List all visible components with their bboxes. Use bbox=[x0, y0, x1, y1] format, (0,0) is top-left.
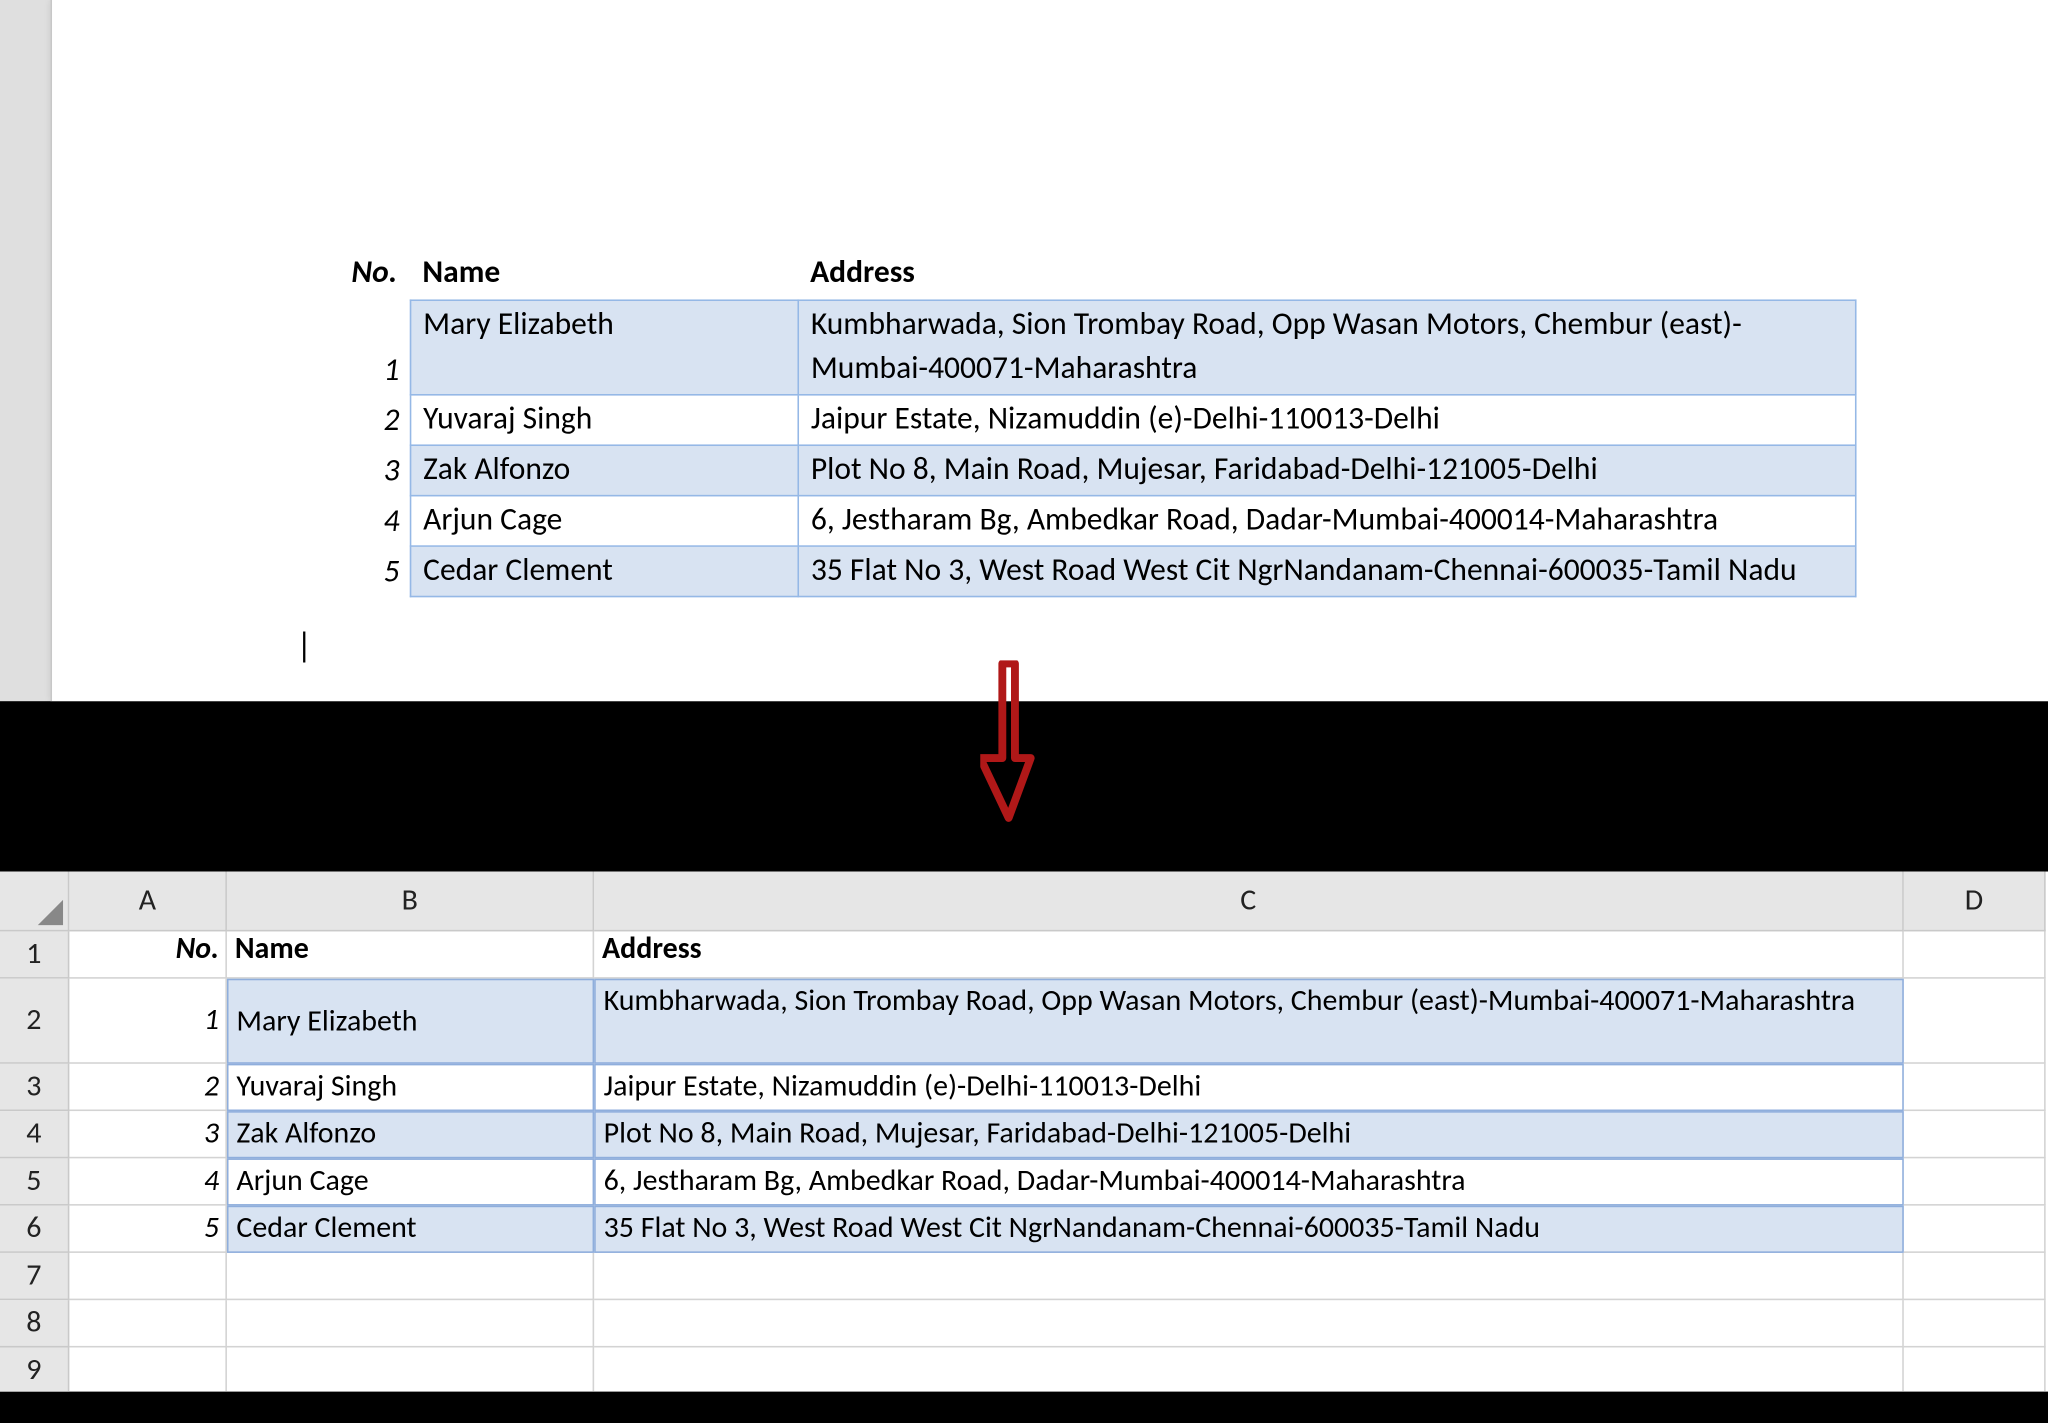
cell-C9[interactable] bbox=[594, 1347, 1904, 1391]
cell-name: Cedar Clement bbox=[410, 546, 798, 596]
cell-B3[interactable]: Yuvaraj Singh bbox=[227, 1064, 594, 1111]
cell-no: 4 bbox=[296, 496, 409, 546]
cell-C2[interactable]: Kumbharwada, Sion Trombay Road, Opp Wasa… bbox=[594, 979, 1904, 1064]
cell-no: 1 bbox=[296, 300, 409, 395]
table-row: 2 Yuvaraj Singh Jaipur Estate, Nizamuddi… bbox=[296, 395, 1855, 445]
cell-A8[interactable] bbox=[69, 1300, 227, 1347]
cell-B7[interactable] bbox=[227, 1253, 594, 1300]
text-cursor: | bbox=[296, 624, 312, 667]
word-header-address: Address bbox=[797, 249, 1855, 300]
word-header-no: No. bbox=[296, 249, 409, 300]
cell-D7[interactable] bbox=[1904, 1253, 2046, 1300]
table-row: 3 Zak Alfonzo Plot No 8, Main Road, Muje… bbox=[296, 445, 1855, 495]
cell-A9[interactable] bbox=[69, 1347, 227, 1391]
cell-C5[interactable]: 6, Jestharam Bg, Ambedkar Road, Dadar-Mu… bbox=[594, 1158, 1904, 1205]
cell-D9[interactable] bbox=[1904, 1347, 2046, 1391]
row-header-9[interactable]: 9 bbox=[0, 1347, 69, 1391]
separator-band bbox=[0, 701, 2048, 871]
cell-addr: Jaipur Estate, Nizamuddin (e)-Delhi-1100… bbox=[797, 395, 1855, 445]
cell-A4[interactable]: 3 bbox=[69, 1111, 227, 1158]
cell-addr: 35 Flat No 3, West Road West Cit NgrNand… bbox=[797, 546, 1855, 596]
col-header-C[interactable]: C bbox=[594, 872, 1904, 932]
cell-A7[interactable] bbox=[69, 1253, 227, 1300]
cell-B1[interactable]: Name bbox=[227, 931, 594, 978]
down-arrow-icon bbox=[980, 660, 1037, 824]
cell-name: Mary Elizabeth bbox=[410, 300, 798, 395]
col-header-B[interactable]: B bbox=[227, 872, 594, 932]
cell-A6[interactable]: 5 bbox=[69, 1206, 227, 1253]
excel-panel: A B C D 1 2 3 4 5 6 7 8 9 No. Name bbox=[0, 872, 2048, 1392]
row-header-6[interactable]: 6 bbox=[0, 1206, 69, 1253]
table-row: 4 Arjun Cage 6, Jestharam Bg, Ambedkar R… bbox=[296, 496, 1855, 546]
table-row: 1 Mary Elizabeth Kumbharwada, Sion Tromb… bbox=[296, 300, 1855, 395]
cell-C8[interactable] bbox=[594, 1300, 1904, 1347]
cell-name: Yuvaraj Singh bbox=[410, 395, 798, 445]
excel-body: No. Name Address 1 Mary Elizabeth Kumbha… bbox=[69, 931, 2048, 1391]
row-header-8[interactable]: 8 bbox=[0, 1300, 69, 1347]
row-header-7[interactable]: 7 bbox=[0, 1253, 69, 1300]
cell-A1[interactable]: No. bbox=[69, 931, 227, 978]
cell-B4[interactable]: Zak Alfonzo bbox=[227, 1111, 594, 1158]
row-header-5[interactable]: 5 bbox=[0, 1158, 69, 1205]
select-all-triangle[interactable] bbox=[0, 872, 69, 932]
cell-name: Arjun Cage bbox=[410, 496, 798, 546]
cell-B8[interactable] bbox=[227, 1300, 594, 1347]
cell-C4[interactable]: Plot No 8, Main Road, Mujesar, Faridabad… bbox=[594, 1111, 1904, 1158]
cell-D4[interactable] bbox=[1904, 1111, 2046, 1158]
row-header-4[interactable]: 4 bbox=[0, 1111, 69, 1158]
cell-D8[interactable] bbox=[1904, 1300, 2046, 1347]
cell-D2[interactable] bbox=[1904, 979, 2046, 1064]
word-page: No. Name Address 1 Mary Elizabeth Kumbha… bbox=[50, 0, 2048, 701]
cell-no: 3 bbox=[296, 445, 409, 495]
cell-C7[interactable] bbox=[594, 1253, 1904, 1300]
cell-B5[interactable]: Arjun Cage bbox=[227, 1158, 594, 1205]
cell-name: Zak Alfonzo bbox=[410, 445, 798, 495]
row-header-2[interactable]: 2 bbox=[0, 979, 69, 1064]
column-headers: A B C D bbox=[69, 872, 2048, 932]
word-document-panel: No. Name Address 1 Mary Elizabeth Kumbha… bbox=[0, 0, 2048, 701]
cell-B6[interactable]: Cedar Clement bbox=[227, 1206, 594, 1253]
cell-B9[interactable] bbox=[227, 1347, 594, 1391]
table-row: 5 Cedar Clement 35 Flat No 3, West Road … bbox=[296, 546, 1855, 596]
cell-D6[interactable] bbox=[1904, 1206, 2046, 1253]
cell-D3[interactable] bbox=[1904, 1064, 2046, 1111]
cell-C3[interactable]: Jaipur Estate, Nizamuddin (e)-Delhi-1100… bbox=[594, 1064, 1904, 1111]
cell-A3[interactable]: 2 bbox=[69, 1064, 227, 1111]
cell-no: 2 bbox=[296, 395, 409, 445]
col-header-D[interactable]: D bbox=[1904, 872, 2046, 932]
cell-C1[interactable]: Address bbox=[594, 931, 1904, 978]
row-header-1[interactable]: 1 bbox=[0, 931, 69, 978]
cell-addr: Kumbharwada, Sion Trombay Road, Opp Wasa… bbox=[797, 300, 1855, 395]
word-header-name: Name bbox=[410, 249, 798, 300]
word-table: No. Name Address 1 Mary Elizabeth Kumbha… bbox=[296, 249, 1856, 597]
col-header-A[interactable]: A bbox=[69, 872, 227, 932]
cell-D5[interactable] bbox=[1904, 1158, 2046, 1205]
cell-D1[interactable] bbox=[1904, 931, 2046, 978]
cell-C6[interactable]: 35 Flat No 3, West Road West Cit NgrNand… bbox=[594, 1206, 1904, 1253]
cell-no: 5 bbox=[296, 546, 409, 596]
row-headers: 1 2 3 4 5 6 7 8 9 bbox=[0, 931, 69, 1391]
row-header-3[interactable]: 3 bbox=[0, 1064, 69, 1111]
cell-A5[interactable]: 4 bbox=[69, 1158, 227, 1205]
cell-addr: Plot No 8, Main Road, Mujesar, Faridabad… bbox=[797, 445, 1855, 495]
cell-A2[interactable]: 1 bbox=[69, 979, 227, 1064]
cell-B2[interactable]: Mary Elizabeth bbox=[227, 979, 594, 1064]
cell-addr: 6, Jestharam Bg, Ambedkar Road, Dadar-Mu… bbox=[797, 496, 1855, 546]
